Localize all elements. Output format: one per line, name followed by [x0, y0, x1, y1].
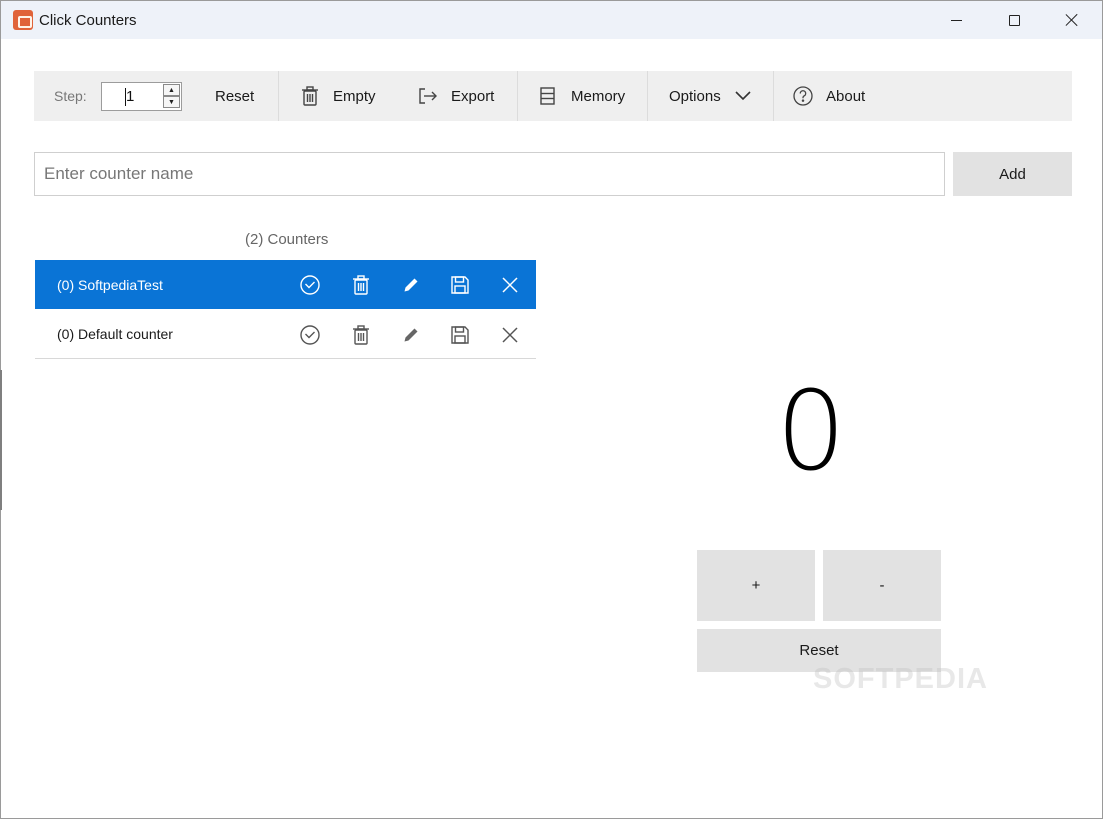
options-dropdown[interactable]: Options	[669, 71, 753, 121]
trash-icon	[302, 86, 318, 106]
delete-trash-icon[interactable]	[350, 274, 372, 296]
step-increment-button[interactable]: ▲	[163, 84, 180, 96]
options-label: Options	[669, 87, 721, 105]
step-stepper[interactable]: 1 ▲ ▼	[101, 82, 182, 111]
toolbar-divider	[278, 71, 279, 121]
counters-header: (2) Counters	[245, 231, 329, 248]
edit-pencil-icon[interactable]	[400, 274, 422, 296]
memory-label: Memory	[571, 87, 626, 105]
export-button[interactable]: Export	[417, 71, 494, 121]
reset-counter-label: Reset	[799, 642, 839, 659]
empty-label: Empty	[333, 87, 376, 105]
increment-button[interactable]: +	[697, 550, 815, 621]
select-check-icon[interactable]	[299, 324, 321, 346]
decrement-label: -	[879, 577, 885, 594]
toolbar-divider	[647, 71, 648, 121]
about-label: About	[826, 87, 866, 105]
background-window-edge	[0, 370, 2, 510]
counter-name-input[interactable]	[34, 152, 945, 196]
maximize-button[interactable]	[985, 1, 1043, 39]
watermark: SOFTPEDIA	[813, 663, 988, 695]
window-title: Click Counters	[39, 12, 137, 29]
step-label: Step:	[54, 88, 87, 104]
increment-label: +	[751, 577, 761, 594]
save-floppy-icon[interactable]	[449, 324, 471, 346]
empty-button[interactable]: Empty	[299, 71, 376, 121]
memory-icon	[540, 87, 555, 105]
counter-name: (0) SoftpediaTest	[57, 276, 163, 293]
close-icon	[1065, 13, 1079, 27]
app-window: Click Counters Step: 1 ▲ ▼ Reset Empty E…	[0, 0, 1103, 819]
close-window-button[interactable]	[1043, 1, 1101, 39]
memory-button[interactable]: Memory	[537, 71, 625, 121]
minimize-button[interactable]	[927, 1, 985, 39]
save-floppy-icon[interactable]	[449, 274, 471, 296]
counter-name: (0) Default counter	[57, 326, 173, 342]
counter-row[interactable]: (0) Default counter	[35, 310, 536, 359]
toolbar-reset-label: Reset	[215, 87, 255, 105]
toolbar-divider	[517, 71, 518, 121]
counter-value-display: 0	[776, 367, 846, 495]
help-icon	[793, 86, 813, 106]
edit-pencil-icon[interactable]	[400, 324, 422, 346]
step-decrement-button[interactable]: ▼	[163, 96, 180, 108]
title-bar: Click Counters	[1, 1, 1102, 39]
decrement-button[interactable]: -	[823, 550, 941, 621]
add-counter-button[interactable]: Add	[953, 152, 1072, 196]
remove-close-icon[interactable]	[499, 324, 521, 346]
toolbar-divider	[773, 71, 774, 121]
about-button[interactable]: About	[792, 71, 865, 121]
counter-row[interactable]: (0) SoftpediaTest	[35, 260, 536, 309]
app-logo-icon	[13, 10, 33, 30]
delete-trash-icon[interactable]	[350, 324, 372, 346]
export-icon	[419, 88, 437, 104]
remove-close-icon[interactable]	[499, 274, 521, 296]
select-check-icon[interactable]	[299, 274, 321, 296]
export-label: Export	[451, 87, 495, 105]
chevron-down-icon	[735, 91, 751, 101]
toolbar: Step: 1 ▲ ▼ Reset Empty Export Memory Op…	[34, 71, 1072, 121]
add-label: Add	[999, 165, 1026, 183]
toolbar-reset-button[interactable]: Reset	[215, 71, 254, 121]
maximize-icon	[1008, 14, 1020, 26]
minimize-icon	[950, 19, 962, 21]
step-value[interactable]: 1	[124, 88, 134, 106]
